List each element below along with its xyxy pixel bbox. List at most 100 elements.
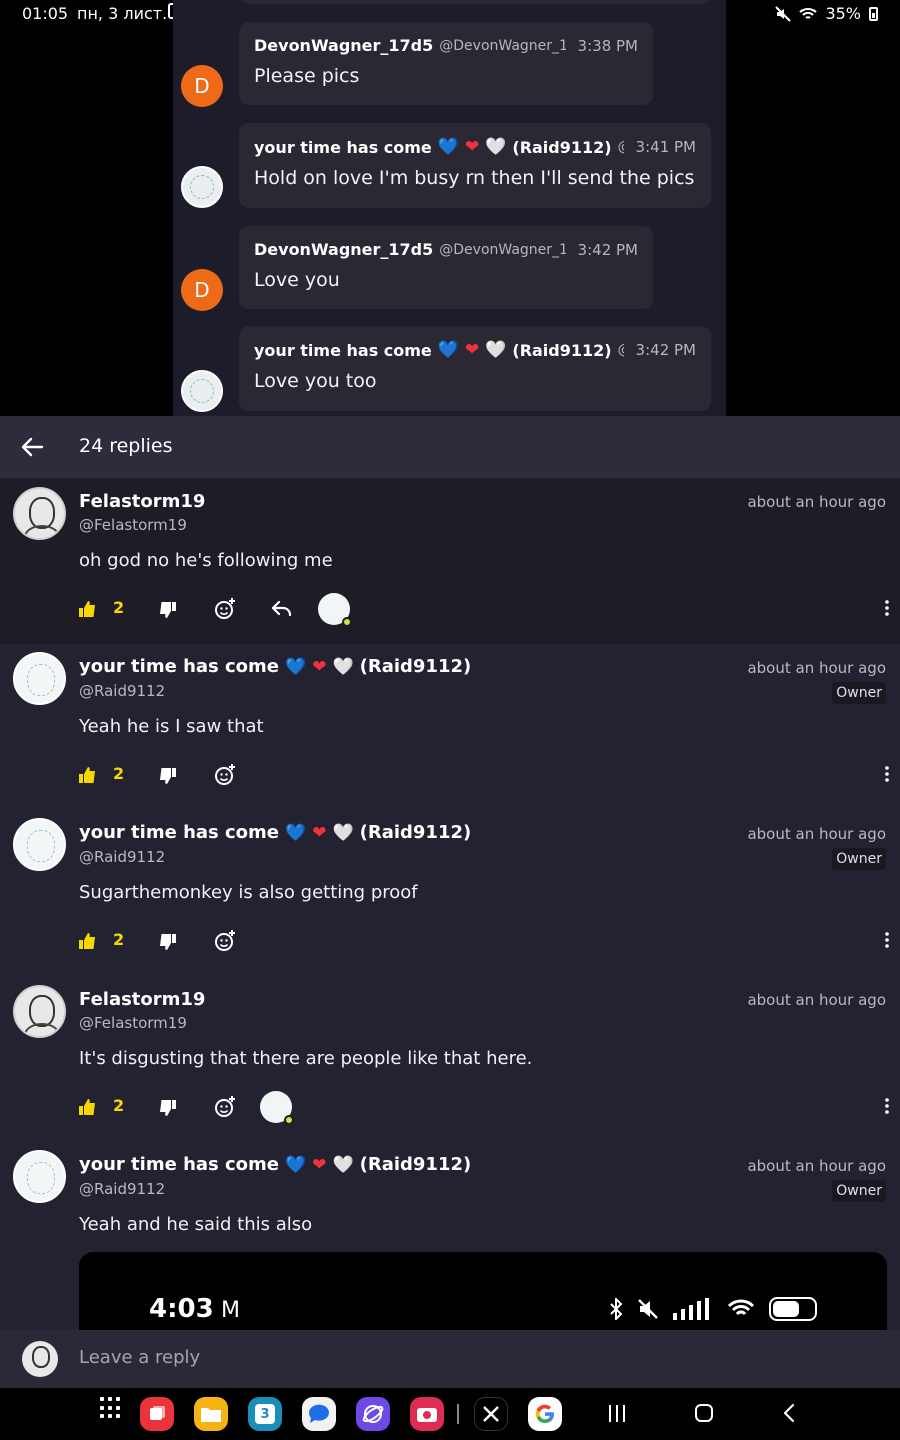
chat-screenshot-image[interactable]: D DevonWagner_17d5 @DevonWagner_17d5 3:3…: [173, 0, 726, 416]
more-options-icon[interactable]: [885, 932, 889, 948]
reply-icon[interactable]: [271, 599, 293, 619]
thumbs-down-icon[interactable]: [159, 768, 176, 784]
thumbs-down-icon[interactable]: [159, 934, 176, 950]
signal-icon: [673, 1298, 709, 1320]
message-author: your time has come: [254, 340, 432, 360]
embed-status-icons: [609, 1297, 817, 1321]
mute-icon: [775, 5, 792, 22]
more-options-icon[interactable]: [885, 766, 889, 782]
back-button-icon[interactable]: [782, 1403, 796, 1423]
messages-app-icon[interactable]: [302, 1397, 336, 1431]
comment-handle: @Felastorm19: [79, 516, 187, 534]
add-reaction-icon[interactable]: [213, 763, 237, 787]
message-author-suffix: (Raid9112): [512, 137, 612, 157]
comment-item: Felastorm19 @Felastorm19 about an hour a…: [0, 478, 900, 644]
divider: [457, 1404, 459, 1424]
comment-handle: @Raid9112: [79, 682, 166, 700]
flashcards-app-icon[interactable]: [140, 1397, 174, 1431]
comment-actions: 2: [79, 1091, 889, 1125]
message-author: DevonWagner_17d5: [254, 36, 434, 55]
recent-apps-button[interactable]: [609, 1405, 625, 1422]
hearts-emoji: 💙 ❤ 🤍: [438, 340, 507, 360]
comment-handle: @Raid9112: [79, 1180, 166, 1198]
message-time: 3:42 PM: [577, 240, 638, 259]
comment-author[interactable]: your time has come 💙 ❤ 🤍 (Raid9112): [79, 656, 471, 677]
avatar[interactable]: [13, 652, 66, 705]
home-button[interactable]: [695, 1404, 713, 1422]
thumbs-up-icon[interactable]: [79, 933, 96, 949]
reactor-avatar[interactable]: [260, 1091, 294, 1125]
message-text: Love you: [254, 269, 340, 291]
add-reaction-icon[interactable]: [213, 597, 237, 621]
message-handle: @Raid9112: [618, 139, 624, 155]
comment-author-name: Felastorm19: [79, 491, 206, 512]
internet-app-icon[interactable]: [356, 1397, 390, 1431]
calendar-app-icon[interactable]: 3: [248, 1397, 282, 1431]
bluetooth-icon: [610, 1298, 623, 1320]
back-arrow-icon[interactable]: [18, 433, 46, 461]
owner-badge: Owner: [832, 682, 886, 704]
comment-author[interactable]: Felastorm19: [79, 989, 205, 1010]
blue-heart-icon: 💙: [437, 340, 459, 360]
attached-screenshot[interactable]: 4:03 M: [79, 1252, 887, 1330]
message-author-suffix: (Raid9112): [512, 340, 612, 360]
replies-header: 24 replies: [0, 416, 900, 478]
reply-bar: Leave a reply: [0, 1330, 900, 1388]
status-time: 01:05: [22, 4, 69, 23]
thumbs-down-icon[interactable]: [159, 602, 176, 618]
message-bubble: DevonWagner_17d5 @DevonWagner_17d5 3:42 …: [239, 226, 653, 309]
comment-author-name: your time has come: [79, 822, 280, 843]
mute-icon: [638, 1299, 658, 1319]
comment-time: about an hour ago: [747, 825, 886, 843]
battery-percent: 35%: [825, 4, 861, 23]
add-reaction-icon[interactable]: [213, 929, 237, 953]
avatar[interactable]: [13, 1150, 66, 1203]
thumbs-up-icon[interactable]: [79, 767, 96, 783]
files-app-icon[interactable]: [194, 1397, 228, 1431]
comment-author[interactable]: Felastorm19: [79, 491, 205, 512]
message-bubble: your time has come 💙 ❤ 🤍 (Raid9112) @Rai…: [239, 326, 711, 411]
comment-time: about an hour ago: [747, 493, 886, 511]
google-app-icon[interactable]: [528, 1397, 562, 1431]
red-heart-icon: ❤: [464, 340, 480, 360]
thumbs-down-icon[interactable]: [159, 1100, 176, 1116]
like-count: 2: [113, 1096, 125, 1115]
status-right: 35%: [775, 4, 878, 23]
x-app-icon[interactable]: [474, 1397, 508, 1431]
like-count: 2: [113, 764, 125, 783]
avatar: D: [181, 65, 223, 107]
avatar: [181, 166, 223, 208]
comment-author[interactable]: your time has come 💙 ❤ 🤍 (Raid9112): [79, 822, 471, 843]
reply-input[interactable]: Leave a reply: [79, 1347, 200, 1368]
red-heart-icon: ❤: [312, 656, 327, 677]
avatar: [181, 370, 223, 412]
comment-time: about an hour ago: [747, 659, 886, 677]
message-handle: @Raid9112: [618, 342, 624, 358]
comment-text: It's disgusting that there are people li…: [79, 1048, 533, 1069]
comment-author-name: your time has come: [79, 656, 280, 677]
blue-heart-icon: 💙: [285, 1154, 307, 1175]
white-heart-icon: 🤍: [485, 137, 507, 157]
thumbs-up-icon[interactable]: [79, 601, 96, 617]
battery-icon: [769, 1297, 817, 1321]
more-options-icon[interactable]: [885, 1098, 889, 1114]
more-options-icon[interactable]: [885, 600, 889, 616]
avatar: [22, 1341, 58, 1377]
like-count: 2: [113, 930, 125, 949]
comment-author-name: Felastorm19: [79, 989, 206, 1010]
navigation-bar: 3: [0, 1388, 900, 1440]
comment-author[interactable]: your time has come 💙 ❤ 🤍 (Raid9112): [79, 1154, 471, 1175]
comment-item: your time has come 💙 ❤ 🤍 (Raid9112) @Rai…: [0, 810, 900, 976]
white-heart-icon: 🤍: [332, 656, 354, 677]
avatar[interactable]: [13, 818, 66, 871]
avatar[interactable]: [13, 487, 66, 540]
reactor-avatar[interactable]: [318, 593, 352, 627]
owner-badge: Owner: [832, 1180, 886, 1202]
camera-app-icon[interactable]: [410, 1397, 444, 1431]
add-reaction-icon[interactable]: [213, 1095, 237, 1119]
thumbs-up-icon[interactable]: [79, 1099, 96, 1115]
white-heart-icon: 🤍: [485, 340, 507, 360]
message-bubble-cut: [239, 0, 711, 4]
avatar[interactable]: [13, 985, 66, 1038]
app-drawer-icon[interactable]: [100, 1397, 122, 1419]
